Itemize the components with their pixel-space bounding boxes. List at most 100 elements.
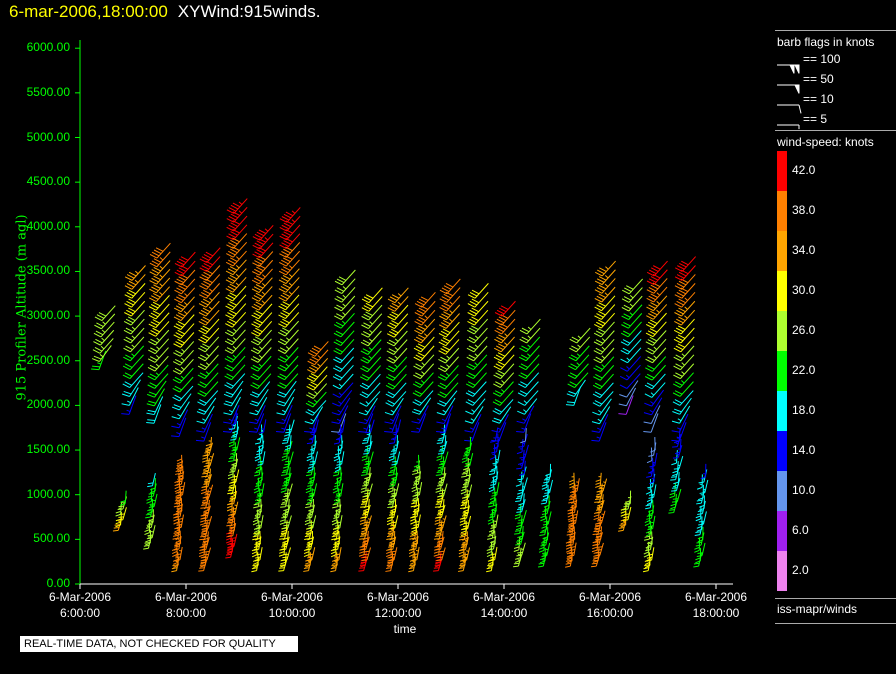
barb-full [386,367,394,373]
barb-full [648,304,656,309]
barb-full [409,534,416,537]
barb-half [238,210,243,214]
barb-half [520,548,524,550]
barb-full [435,529,442,533]
barb-full [516,554,522,557]
barb-half [468,458,472,461]
barb-full [362,439,369,442]
barb-full [280,506,286,508]
barb-full [304,430,313,433]
barb-full [646,280,655,286]
barb-full [594,280,603,286]
barb-full [201,256,210,261]
barb-half [208,487,212,490]
wind-barb [538,537,545,553]
wind-barb [249,397,268,416]
barb-full [439,460,446,463]
barb-full [646,315,654,320]
barb-full [172,361,181,366]
barb-full [594,541,600,543]
barb-full [459,522,466,526]
barb-full [515,543,521,546]
colorbar-swatch [777,391,787,431]
barb-half [576,353,581,357]
barb-full [363,450,370,452]
wind-barb [331,509,338,526]
barb-full [118,516,124,518]
barb-full [469,300,478,306]
barb-staff [258,286,273,302]
barb-half [577,335,582,339]
barb-full [359,384,368,390]
barb-full [590,565,597,568]
barb-full [124,276,133,281]
barb-full [389,513,395,516]
x-tick-date: 6-Mar-2006 [154,590,218,604]
wind-barb [436,445,444,461]
barb-full [440,348,448,353]
barb-full [385,554,392,558]
barb-full [438,358,446,364]
barb-full [495,372,503,377]
barb-full [279,355,288,361]
barb-full [458,567,465,570]
x-tick-time: 6:00:00 [59,606,101,620]
barb-full [646,460,653,464]
barb-full [251,551,258,555]
wind-barb [281,445,289,461]
barb-half [100,345,105,350]
barb-half [159,257,164,261]
barb-full [671,462,677,466]
barb-staff [521,438,524,453]
x-tick-time: 14:00:00 [480,606,528,620]
barb-half [234,504,238,507]
barb-half [205,371,210,375]
barb-full [252,262,260,267]
barb-full [418,316,426,322]
barb-staff [289,451,294,465]
barb-half [656,301,660,305]
barb-full [361,333,369,338]
barb-full [513,546,520,549]
barb-half [313,399,318,403]
barb-full [258,264,266,269]
barb-full [515,557,521,560]
barb-full [338,276,347,281]
barb-full [515,500,521,502]
barb-full [516,451,523,455]
y-axis-label: 915 Profiler Altitude (m agl) [14,214,30,401]
barb-full [171,425,180,429]
barb-full [520,354,529,359]
barb-full [517,410,525,415]
barb-full [649,465,655,468]
barb-full [363,296,372,301]
barb-full [362,374,370,379]
barb-full [174,545,180,548]
barb-full [598,310,606,316]
barb-full [224,331,233,337]
barb-full [251,279,260,285]
barb-full [203,483,209,485]
barb-full [199,354,208,359]
barb-full [252,356,261,361]
barb-full [252,519,259,523]
barb-full [232,246,240,251]
barb-full [282,266,291,271]
barb-full [677,265,685,270]
barb-full [672,401,681,406]
barb-full [227,303,235,308]
barb-full [495,345,504,351]
barb-half [317,355,321,359]
barb-full [152,319,161,324]
barb-staff [522,510,527,523]
barb-full [123,329,132,335]
barb-half [626,366,630,370]
barb-half [126,409,131,412]
barb-full [362,348,371,353]
barb-full [416,300,425,306]
wind-barb [307,357,329,374]
wind-barb [276,396,295,416]
wind-barb [306,383,328,399]
barb-full [437,384,446,390]
barb-full [335,492,342,495]
